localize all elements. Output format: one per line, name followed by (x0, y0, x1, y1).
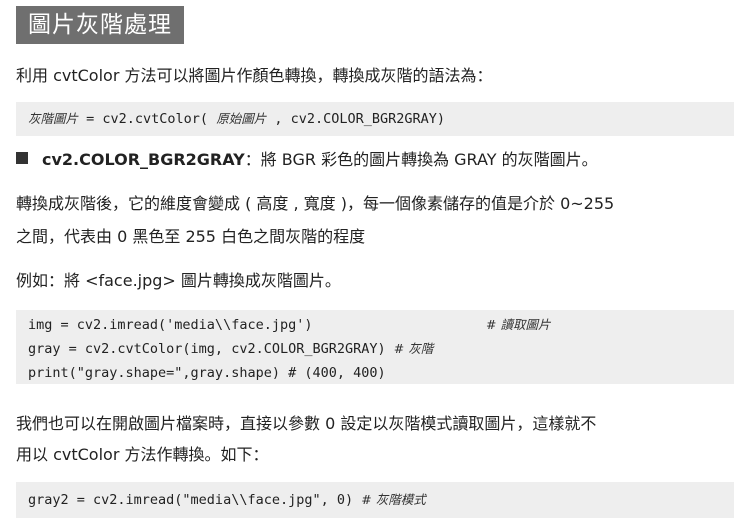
code-line-3: print("gray.shape=",gray.shape) # (400, … (28, 365, 386, 381)
bullet-term: cv2.COLOR_BGR2GRAY (42, 150, 245, 169)
imread-gray-code-block: gray2 = cv2.imread("media\\face.jpg", 0)… (16, 482, 734, 518)
para2-line2: 用以 cvtColor 方法作轉換。如下： (16, 445, 269, 464)
code-line-2: gray = cv2.cvtColor(img, cv2.COLOR_BGR2G… (16, 337, 734, 361)
syntax-code-block: 灰階圖片 = cv2.cvtColor( 原始圖片 , cv2.COLOR_BG… (16, 102, 734, 136)
syntax-line: 灰階圖片 = cv2.cvtColor( 原始圖片 , cv2.COLOR_BG… (16, 107, 734, 131)
bullet-square-icon (16, 152, 28, 164)
code-line-1: img = cv2.imread('media\\face.jpg') # 讀取圖… (16, 313, 734, 337)
example-paragraph: 例如：將 <face.jpg> 圖片轉換成灰階圖片。 (16, 271, 341, 290)
syntax-var: 灰階圖片 (28, 111, 79, 126)
intro-paragraph: 利用 cvtColor 方法可以將圖片作顏色轉換，轉換成灰階的語法為： (16, 66, 493, 85)
code2-line-1: gray2 = cv2.imread("media\\face.jpg", 0)… (16, 488, 734, 512)
para1-line1: 轉換成灰階後，它的維度會變成 ( 高度 , 寬度 )，每一個像素儲存的值是介於 … (16, 194, 615, 213)
code-comment-2: # 灰階 (393, 341, 434, 356)
code-comment-1: # 讀取圖片 (486, 317, 551, 332)
code-text-1: img = cv2.imread('media\\face.jpg') (28, 317, 313, 333)
code2-text-1: gray2 = cv2.imread("media\\face.jpg", 0) (28, 492, 362, 508)
syntax-eq: = cv2.cvtColor( (78, 111, 217, 127)
document-page: 圖片灰階處理 利用 cvtColor 方法可以將圖片作顏色轉換，轉換成灰階的語法… (0, 0, 737, 531)
syntax-rest: , cv2.COLOR_BGR2GRAY) (266, 111, 446, 127)
code2-comment-1: # 灰階模式 (361, 492, 426, 507)
bullet-item: cv2.COLOR_BGR2GRAY：將 BGR 彩色的圖片轉換為 GRAY 的… (16, 145, 598, 174)
section-title: 圖片灰階處理 (16, 6, 184, 44)
syntax-arg: 原始圖片 (216, 111, 267, 126)
example-code-block: img = cv2.imread('media\\face.jpg') # 讀取圖… (16, 310, 734, 384)
para1-line2: 之間，代表由 0 黑色至 255 白色之間灰階的程度 (16, 227, 366, 246)
para2-line1: 我們也可以在開啟圖片檔案時，直接以參數 0 設定以灰階模式讀取圖片，這樣就不 (16, 414, 597, 433)
code-text-2: gray = cv2.cvtColor(img, cv2.COLOR_BGR2G… (28, 341, 394, 357)
bullet-desc: ：將 BGR 彩色的圖片轉換為 GRAY 的灰階圖片。 (244, 150, 598, 169)
